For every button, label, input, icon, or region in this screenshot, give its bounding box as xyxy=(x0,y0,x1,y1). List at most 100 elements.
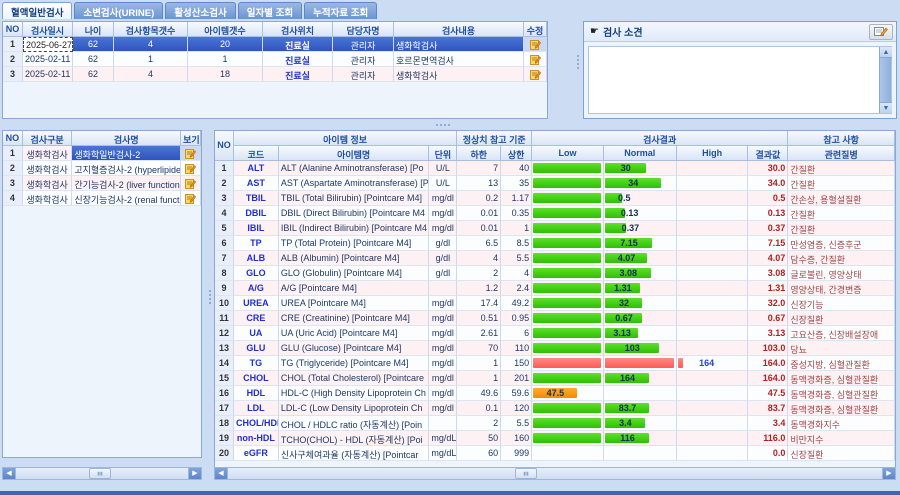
cell-result-value[interactable]: 32.0 xyxy=(748,296,788,311)
cell-unit[interactable]: mg/dl xyxy=(429,341,457,356)
cell-result-value[interactable]: 3.4 xyxy=(748,416,788,431)
cell-item-count[interactable]: 20 xyxy=(188,37,263,52)
opinion-vertical-scrollbar[interactable]: ▲ ▼ xyxy=(879,47,891,113)
cell-no[interactable]: 2 xyxy=(3,161,23,176)
cell-low-limit[interactable]: 17.4 xyxy=(457,296,501,311)
cell-code[interactable]: GLU xyxy=(234,341,279,356)
cell-related-disease[interactable]: 당뇨 xyxy=(788,341,895,356)
cell-item-name[interactable]: UA (Uric Acid) [Pointcare M4] xyxy=(279,326,430,341)
cell-no[interactable]: 1 xyxy=(3,146,23,161)
cell-related-disease[interactable]: 동맥경화증, 심혈관질환 xyxy=(788,386,895,401)
cell-high-limit[interactable]: 0.35 xyxy=(501,206,532,221)
cell-result-value[interactable]: 0.37 xyxy=(748,221,788,236)
result-row[interactable]: 4DBILDBIL (Direct Bilirubin) [Pointcare … xyxy=(215,206,895,221)
cell-code[interactable]: DBIL xyxy=(234,206,279,221)
cell-exam-date[interactable]: 2025-06-27 xyxy=(23,37,73,52)
top-vertical-splitter[interactable] xyxy=(575,55,580,69)
cell-exam-date[interactable]: 2025-02-11 xyxy=(23,67,73,82)
cell-group-count[interactable]: 4 xyxy=(114,37,188,52)
cell-group[interactable]: 생화학검사 xyxy=(23,176,73,191)
cell-code[interactable]: ALB xyxy=(234,251,279,266)
test-group-row[interactable]: 4생화학검사신장기능검사-2 (renal function xyxy=(3,191,201,206)
cell-high-limit[interactable]: 8.5 xyxy=(501,236,532,251)
cell-low-limit[interactable]: 50 xyxy=(457,431,501,446)
cell-no[interactable]: 8 xyxy=(215,266,234,281)
cell-test-name[interactable]: 고지혈증검사-2 (hyperlipidemi xyxy=(72,161,181,176)
cell-high-limit[interactable]: 1.17 xyxy=(501,191,532,206)
cell-unit[interactable]: mg/dL xyxy=(429,446,457,461)
left-horizontal-scrollbar[interactable]: ◀ ▶ xyxy=(2,467,202,480)
cell-related-disease[interactable]: 중성지방, 심혈관질환 xyxy=(788,356,895,371)
cell-unit[interactable]: mg/dl xyxy=(429,371,457,386)
cell-related-disease[interactable]: 동맥경화증, 심혈관질환 xyxy=(788,371,895,386)
cell-group[interactable]: 생화학검사 xyxy=(23,191,73,206)
tab-4[interactable]: 일자별 조회 xyxy=(238,2,302,19)
cell-low-limit[interactable]: 1 xyxy=(457,371,501,386)
cell-result-value[interactable]: 30.0 xyxy=(748,161,788,176)
cell-high-limit[interactable]: 0.95 xyxy=(501,311,532,326)
cell-no[interactable]: 6 xyxy=(215,236,234,251)
cell-low-limit[interactable]: 4 xyxy=(457,251,501,266)
cell-high-limit[interactable]: 40 xyxy=(501,161,532,176)
exam-row[interactable]: 32025-02-1162418진료실관리자생화학검사 xyxy=(3,67,547,82)
cell-item-name[interactable]: ALB (Albumin) [Pointcare M4] xyxy=(279,251,430,266)
result-row[interactable]: 1ALTALT (Alanine Aminotransferase) [PoU/… xyxy=(215,161,895,176)
cell-code[interactable]: CHOL xyxy=(234,371,279,386)
cell-item-name[interactable]: ALT (Alanine Aminotransferase) [Po xyxy=(279,161,430,176)
scroll-left-icon[interactable]: ◀ xyxy=(3,468,16,479)
cell-high-limit[interactable]: 150 xyxy=(501,356,532,371)
cell-item-name[interactable]: TBIL (Total Bilirubin) [Pointcare M4] xyxy=(279,191,430,206)
cell-low-limit[interactable]: 6.5 xyxy=(457,236,501,251)
cell-item-name[interactable]: TG (Triglyceride) [Pointcare M4] xyxy=(279,356,430,371)
cell-item-name[interactable]: GLU (Glucose) [Pointcare M4] xyxy=(279,341,430,356)
cell-high-limit[interactable]: 59.6 xyxy=(501,386,532,401)
view-test-button[interactable] xyxy=(181,176,201,191)
scroll-left-icon[interactable]: ◀ xyxy=(215,468,228,479)
cell-related-disease[interactable]: 신장기능 xyxy=(788,296,895,311)
cell-item-name[interactable]: TP (Total Protein) [Pointcare M4] xyxy=(279,236,430,251)
cell-manager[interactable]: 관리자 xyxy=(333,52,394,67)
cell-test-name[interactable]: 신장기능검사-2 (renal function xyxy=(72,191,181,206)
test-group-row[interactable]: 2생화학검사고지혈증검사-2 (hyperlipidemi xyxy=(3,161,201,176)
cell-item-name[interactable]: GLO (Globulin) [Pointcare M4] xyxy=(279,266,430,281)
tab-1[interactable]: 혈액일반검사 xyxy=(2,2,72,19)
cell-unit[interactable] xyxy=(429,416,457,431)
cell-code[interactable]: eGFR xyxy=(234,446,279,461)
cell-no[interactable]: 20 xyxy=(215,446,234,461)
cell-item-count[interactable]: 18 xyxy=(188,67,263,82)
cell-code[interactable]: CHOL/HDL xyxy=(234,416,279,431)
cell-result-value[interactable]: 0.0 xyxy=(748,446,788,461)
cell-high-limit[interactable]: 5.5 xyxy=(501,416,532,431)
cell-location[interactable]: 진료실 xyxy=(263,52,333,67)
cell-unit[interactable]: mg/dl xyxy=(429,206,457,221)
cell-code[interactable]: TG xyxy=(234,356,279,371)
cell-no[interactable]: 3 xyxy=(3,176,23,191)
result-row[interactable]: 14TGTG (Triglyceride) [Pointcare M4]mg/d… xyxy=(215,356,895,371)
bottom-vertical-splitter[interactable] xyxy=(207,290,212,304)
cell-result-value[interactable]: 116.0 xyxy=(748,431,788,446)
result-row[interactable]: 2ASTAST (Aspartate Aminotransferase) [PU… xyxy=(215,176,895,191)
cell-item-name[interactable]: DBIL (Direct Bilirubin) [Pointcare M4 xyxy=(279,206,430,221)
cell-low-limit[interactable]: 0.51 xyxy=(457,311,501,326)
cell-item-name[interactable]: A/G [Pointcare M4] xyxy=(279,281,430,296)
cell-no[interactable]: 1 xyxy=(3,37,23,52)
cell-code[interactable]: A/G xyxy=(234,281,279,296)
cell-result-value[interactable]: 103.0 xyxy=(748,341,788,356)
cell-high-limit[interactable]: 1 xyxy=(501,221,532,236)
exam-row[interactable]: 12025-06-2762420진료실관리자생화학검사 xyxy=(3,37,547,52)
cell-item-name[interactable]: TCHO(CHOL) - HDL (자동계산) [Poi xyxy=(279,431,430,446)
cell-unit[interactable]: mg/dl xyxy=(429,401,457,416)
cell-related-disease[interactable]: 고요산증, 신장배설장애 xyxy=(788,326,895,341)
result-row[interactable]: 19non-HDLTCHO(CHOL) - HDL (자동계산) [Poimg/… xyxy=(215,431,895,446)
result-row[interactable]: 9A/GA/G [Pointcare M4]1.22.41.311.31영양상태… xyxy=(215,281,895,296)
cell-age[interactable]: 62 xyxy=(73,67,114,82)
cell-no[interactable]: 10 xyxy=(215,296,234,311)
edit-opinion-button[interactable] xyxy=(869,24,893,40)
cell-low-limit[interactable]: 60 xyxy=(457,446,501,461)
cell-result-value[interactable]: 1.31 xyxy=(748,281,788,296)
edit-exam-button[interactable] xyxy=(524,52,547,67)
cell-test-name[interactable]: 간기능검사-2 (liver function tes xyxy=(72,176,181,191)
cell-no[interactable]: 13 xyxy=(215,341,234,356)
cell-test-name[interactable]: 생화학일반검사-2 xyxy=(72,146,181,161)
cell-related-disease[interactable]: 신장질환 xyxy=(788,311,895,326)
